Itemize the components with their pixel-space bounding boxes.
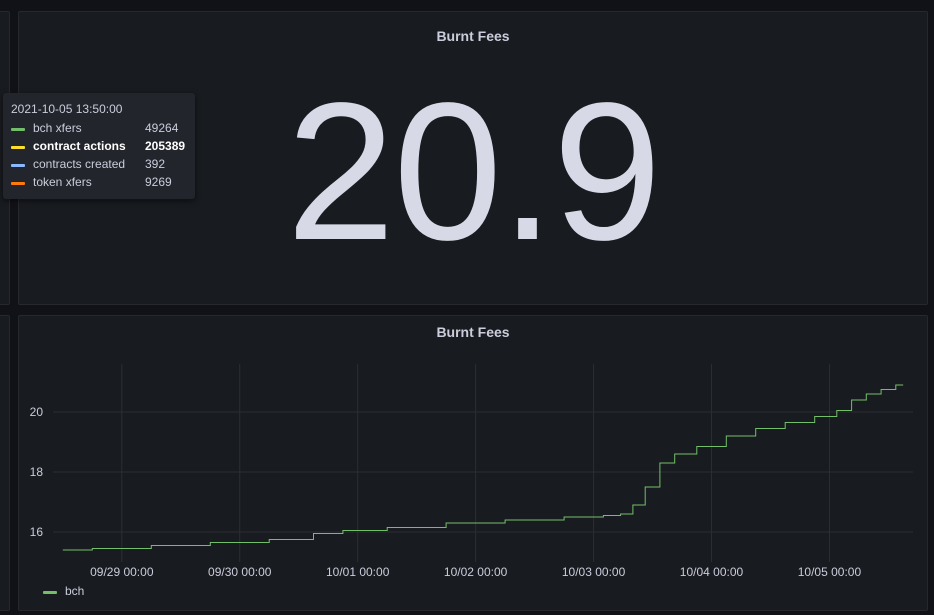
- graph-panel[interactable]: Burnt Fees 16 18 20 09/29 00:00 09/30 00:00 1…: [18, 315, 928, 611]
- x-tick-label: 10/03 00:00: [562, 565, 626, 579]
- x-tick-label: 10/01 00:00: [326, 565, 390, 579]
- line-chart[interactable]: 16 18 20 09/29 00:00 09/30 00:00 10/01 00:00 1…: [19, 346, 927, 606]
- y-tick-label: 16: [30, 525, 44, 539]
- series-color-swatch: [11, 164, 25, 167]
- tooltip-row-bch-xfers: bch xfers 49264: [11, 121, 191, 137]
- series-color-swatch: [11, 146, 25, 149]
- tooltip-row-contract-actions: contract actions 205389: [11, 139, 191, 155]
- x-tick-label: 09/29 00:00: [90, 565, 154, 579]
- tooltip-row-value: 205389: [145, 139, 186, 153]
- legend-color-swatch: [43, 591, 57, 594]
- tooltip-row-label: bch xfers: [33, 121, 82, 135]
- left-panel-bottom: [0, 315, 10, 611]
- y-tick-label: 20: [30, 405, 44, 419]
- legend-label-bch[interactable]: bch: [65, 584, 84, 598]
- graph-panel-title[interactable]: Burnt Fees: [19, 324, 927, 340]
- x-tick-label: 09/30 00:00: [208, 565, 272, 579]
- tooltip-row-value: 9269: [145, 175, 172, 189]
- series-line-bch: [62, 384, 904, 551]
- x-tick-label: 10/02 00:00: [444, 565, 508, 579]
- tooltip-time: 2021-10-05 13:50:00: [11, 102, 123, 116]
- series-color-swatch: [11, 128, 25, 131]
- stat-panel-title[interactable]: Burnt Fees: [19, 28, 927, 44]
- x-tick-label: 10/05 00:00: [798, 565, 862, 579]
- tooltip-row-value: 49264: [145, 121, 179, 135]
- series-color-swatch: [11, 182, 25, 185]
- tooltip-row-token-xfers: token xfers 9269: [11, 175, 191, 191]
- tooltip-row-value: 392: [145, 157, 166, 171]
- tooltip-row-contracts-created: contracts created 392: [11, 157, 191, 173]
- x-tick-label: 10/04 00:00: [680, 565, 744, 579]
- graph-tooltip: 2021-10-05 13:50:00 bch xfers 49264 cont…: [3, 93, 195, 199]
- tooltip-row-label: contract actions: [33, 139, 126, 153]
- tooltip-row-label: token xfers: [33, 175, 92, 189]
- y-tick-label: 18: [30, 465, 44, 479]
- tooltip-row-label: contracts created: [33, 157, 126, 171]
